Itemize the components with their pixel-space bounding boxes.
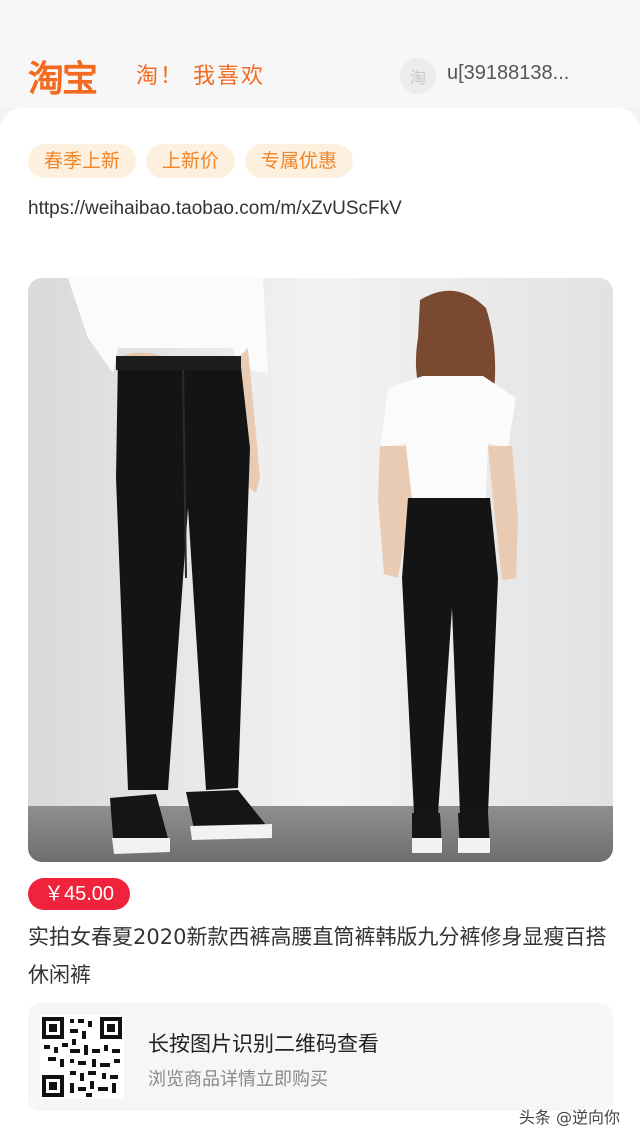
taobao-logo: 淘宝 — [28, 50, 98, 102]
tag-spring-new: 春季上新 — [28, 144, 137, 178]
product-photo-illustration — [28, 278, 613, 862]
product-photo[interactable] — [28, 278, 613, 862]
tag-new-price: 上新价 — [146, 144, 236, 178]
qr-card[interactable]: 长按图片识别二维码查看 浏览商品详情立即购买 — [28, 1003, 613, 1111]
product-share-card: 春季上新 上新价 专属优惠 https://weihaibao.taobao.c… — [0, 108, 640, 1138]
qr-card-subtitle: 浏览商品详情立即购买 — [148, 1069, 328, 1090]
product-title[interactable]: 实拍女春夏2020新款西裤高腰直筒裤韩版九分裤修身显瘦百搭休闲裤 — [28, 918, 613, 994]
slogan: 淘！ 我喜欢 — [136, 64, 265, 89]
price-badge: ￥45.00 — [28, 878, 131, 910]
top-bar: 淘宝 淘！ 我喜欢 淘 u[39188138... — [0, 0, 640, 108]
user-name: u[39188138... — [447, 62, 570, 84]
taobao-logo-text: 淘宝 — [28, 59, 98, 100]
tag-exclusive-offer: 专属优惠 — [245, 144, 354, 178]
share-url[interactable]: https://weihaibao.taobao.com/m/xZvUScFkV — [28, 198, 402, 220]
qr-card-title: 长按图片识别二维码查看 — [148, 1032, 379, 1056]
user-avatar-icon: 淘 — [400, 58, 436, 94]
promo-tags: 春季上新 上新价 专属优惠 — [28, 144, 354, 178]
qr-code-icon[interactable] — [40, 1015, 124, 1099]
watermark: 头条 @逆向你 — [518, 1108, 620, 1127]
